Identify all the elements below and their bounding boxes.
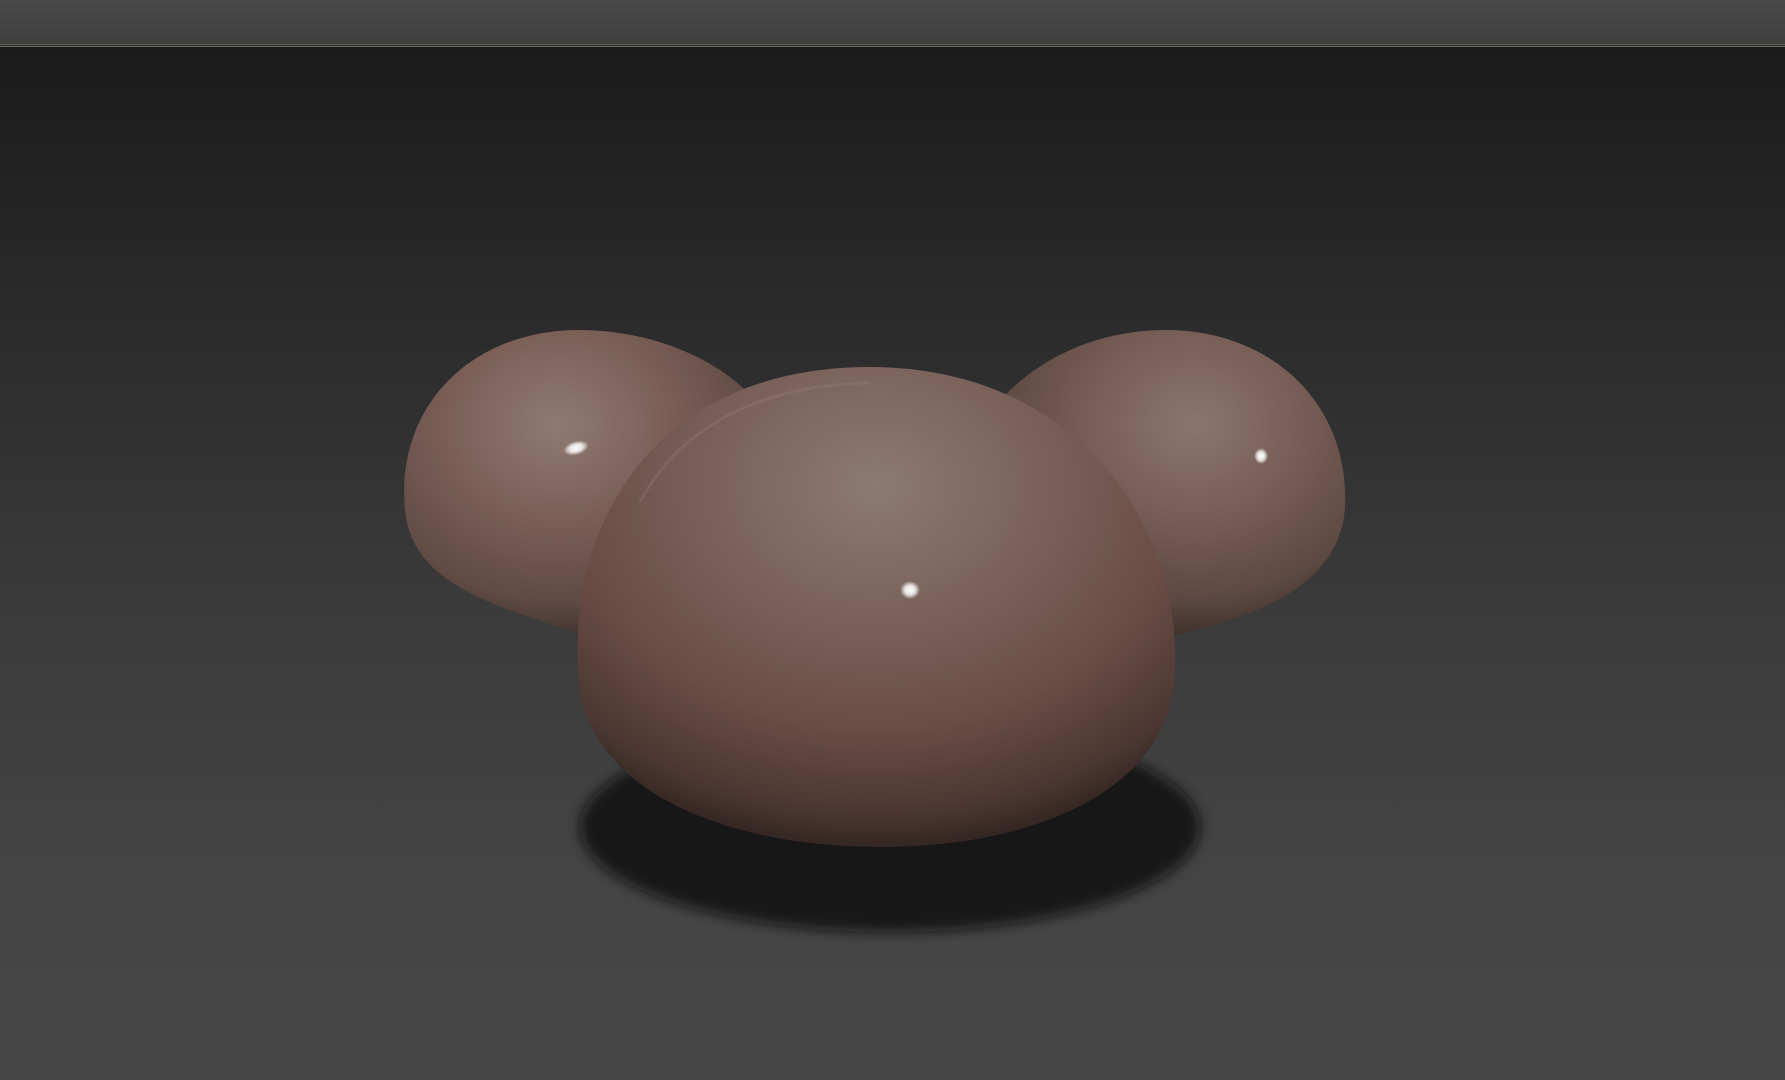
3d-viewport[interactable] [0, 47, 1785, 1080]
viewport-canvas[interactable] [0, 47, 1785, 1080]
top-toolbar [0, 0, 1785, 45]
3d-app-window [0, 0, 1785, 1080]
right-ear-highlight [1254, 448, 1268, 464]
head-highlight [900, 581, 920, 599]
